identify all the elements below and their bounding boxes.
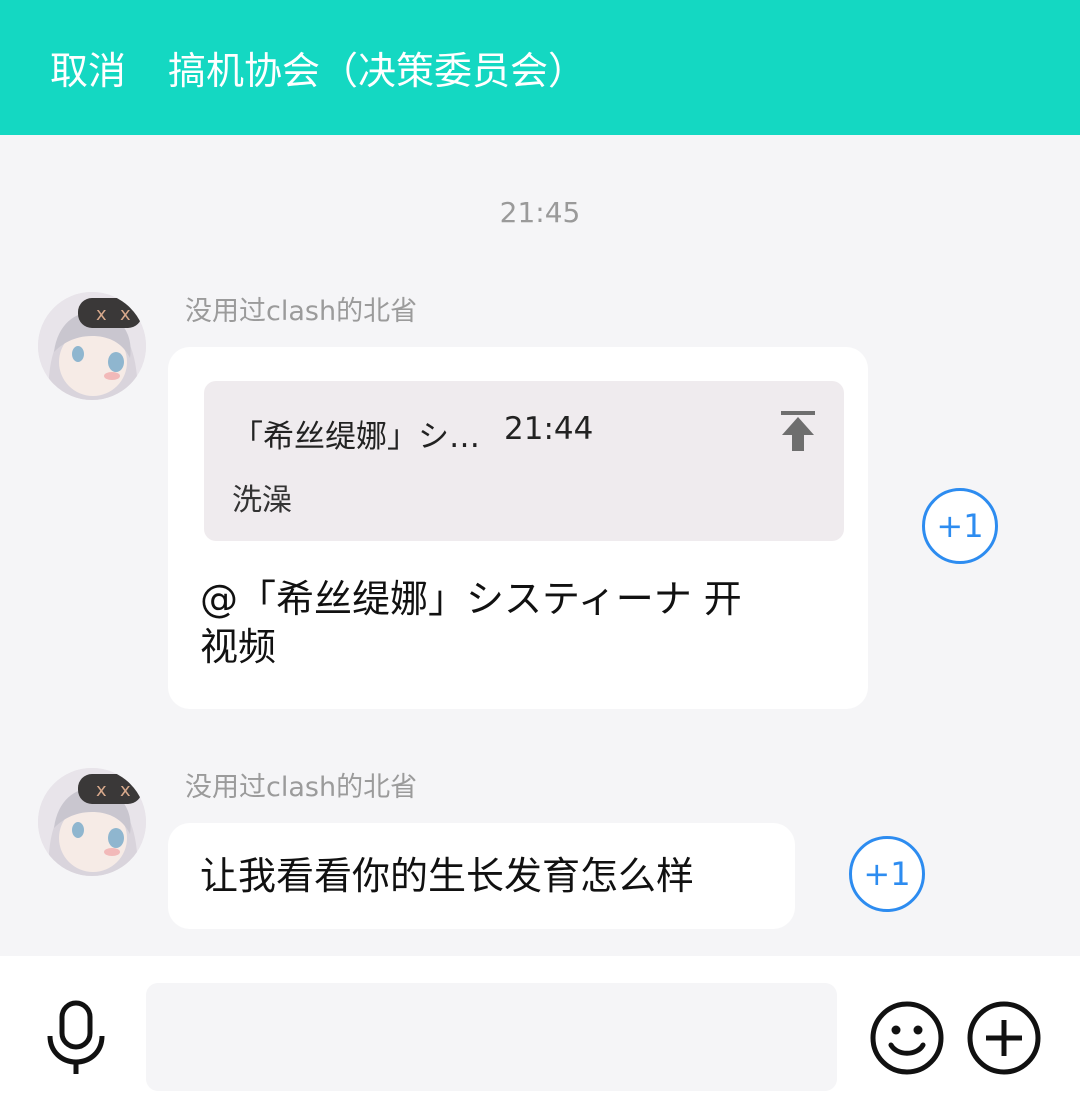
message-text-line: 视频	[200, 625, 277, 669]
microphone-icon[interactable]	[44, 1000, 108, 1076]
avatar-image: x x	[38, 292, 146, 400]
message-text: 让我看看你的生长发育怎么样	[200, 854, 695, 898]
chat-header: 取消 搞机协会（决策委员会）	[0, 0, 1080, 135]
plus-one-button[interactable]: +1	[922, 488, 998, 564]
quoted-time: 21:44	[504, 411, 594, 447]
message-bubble[interactable]: 让我看看你的生长发育怎么样	[168, 823, 795, 929]
quoted-message[interactable]: 「希丝缇娜」シ… 21:44 洗澡	[204, 381, 844, 541]
message-text: @「希丝缇娜」システィーナ 开 视频	[200, 575, 742, 671]
message-timestamp: 21:45	[499, 196, 581, 229]
svg-text:x: x	[120, 304, 131, 325]
sender-name: 没用过clash的北省	[185, 772, 418, 803]
svg-text:x: x	[96, 304, 107, 325]
quoted-text: 洗澡	[232, 483, 292, 518]
avatar-image: x x	[38, 768, 146, 876]
sender-avatar[interactable]: x x	[38, 292, 146, 400]
sender-avatar[interactable]: x x	[38, 768, 146, 876]
smiley-icon[interactable]	[869, 1000, 945, 1076]
svg-text:x: x	[120, 780, 131, 801]
input-bar	[0, 956, 1080, 1118]
plus-icon[interactable]	[966, 1000, 1042, 1076]
svg-text:x: x	[96, 780, 107, 801]
message-input[interactable]	[146, 983, 837, 1091]
message-text-line: @「希丝缇娜」システィーナ 开	[200, 577, 742, 621]
plus-one-button[interactable]: +1	[849, 836, 925, 912]
quoted-sender: 「希丝缇娜」シ…	[232, 419, 480, 455]
chat-title: 搞机协会（决策委员会）	[168, 49, 587, 93]
pin-top-icon[interactable]	[778, 409, 818, 453]
cancel-button[interactable]: 取消	[50, 40, 126, 95]
message-bubble[interactable]: 「希丝缇娜」シ… 21:44 洗澡 @「希丝缇娜」システィーナ 开 视频	[168, 347, 868, 709]
sender-name: 没用过clash的北省	[185, 296, 418, 327]
